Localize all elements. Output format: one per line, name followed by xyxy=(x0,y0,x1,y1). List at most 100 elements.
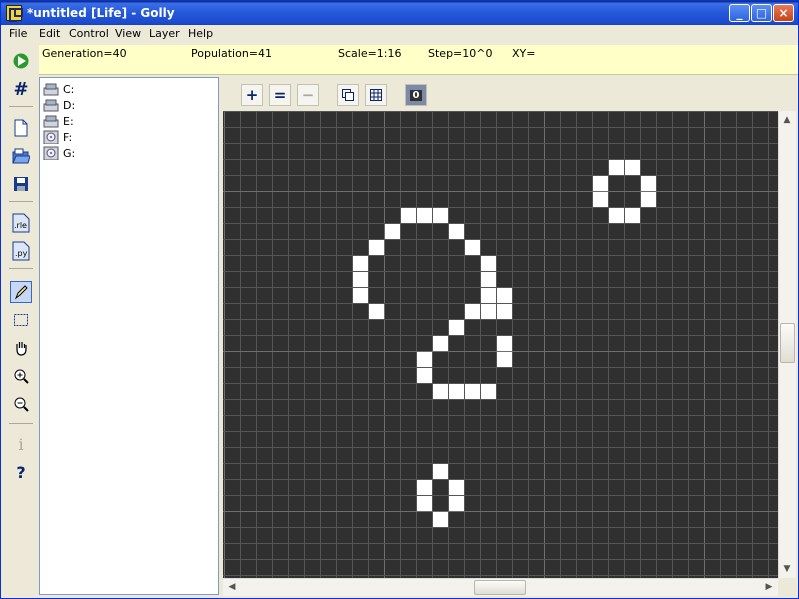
live-cell[interactable] xyxy=(465,384,480,399)
add-state-button[interactable]: + xyxy=(241,84,263,106)
menu-view[interactable]: View xyxy=(115,27,141,40)
scroll-down-arrow[interactable]: ▼ xyxy=(779,561,795,577)
scroll-up-arrow[interactable]: ▲ xyxy=(779,112,795,128)
open-scripts-py-button[interactable]: .py xyxy=(10,240,32,262)
copy-layer-button[interactable] xyxy=(337,84,359,106)
zoom-out-mode-button[interactable] xyxy=(10,393,32,415)
zoom-in-mode-button[interactable] xyxy=(10,365,32,387)
select-mode-button[interactable] xyxy=(10,309,32,331)
live-cell[interactable] xyxy=(433,464,448,479)
live-cell[interactable] xyxy=(481,288,496,303)
menu-edit[interactable]: Edit xyxy=(39,27,60,40)
edit-bar: + = − 0 xyxy=(223,77,798,111)
live-cell[interactable] xyxy=(433,384,448,399)
select-rect-icon xyxy=(14,314,28,326)
cd-drive-icon xyxy=(43,146,59,160)
live-cell[interactable] xyxy=(401,208,416,223)
scroll-right-arrow[interactable]: ▶ xyxy=(761,579,777,595)
live-cell[interactable] xyxy=(481,272,496,287)
rle-file-icon: .rle xyxy=(12,213,30,233)
save-pattern-button[interactable] xyxy=(10,173,32,195)
start-generating-button[interactable] xyxy=(10,50,32,72)
vertical-scrollbar[interactable]: ▲ ▼ xyxy=(778,111,796,578)
drive-label: E: xyxy=(63,115,74,128)
help-button[interactable]: ? xyxy=(10,461,32,483)
live-cell[interactable] xyxy=(433,208,448,223)
live-cell[interactable] xyxy=(481,384,496,399)
draw-mode-button[interactable] xyxy=(10,281,32,303)
live-cell[interactable] xyxy=(497,352,512,367)
new-pattern-button[interactable] xyxy=(10,117,32,139)
drive-icon xyxy=(43,115,59,128)
golly-window: *untitled [Life] - Golly _ □ × File Edit… xyxy=(0,0,799,599)
live-cell[interactable] xyxy=(417,208,432,223)
horizontal-scrollbar[interactable]: ◀ ▶ xyxy=(223,578,778,596)
live-cell[interactable] xyxy=(417,352,432,367)
cell-state-button[interactable]: 0 xyxy=(405,84,427,106)
pattern-viewport[interactable] xyxy=(223,111,778,578)
live-cell[interactable] xyxy=(449,320,464,335)
toggle-grid-button[interactable] xyxy=(365,84,387,106)
menu-help[interactable]: Help xyxy=(188,27,213,40)
live-cell[interactable] xyxy=(353,256,368,271)
remove-state-button[interactable]: − xyxy=(297,84,319,106)
live-cell[interactable] xyxy=(353,288,368,303)
live-cell[interactable] xyxy=(465,304,480,319)
live-cell[interactable] xyxy=(497,336,512,351)
generation-readout: Generation=40 xyxy=(42,47,127,60)
live-cell[interactable] xyxy=(481,256,496,271)
menu-layer[interactable]: Layer xyxy=(149,27,180,40)
menu-file[interactable]: File xyxy=(9,27,27,40)
live-cell[interactable] xyxy=(641,192,656,207)
live-cell[interactable] xyxy=(641,176,656,191)
minimize-button[interactable]: _ xyxy=(729,4,750,22)
live-cell[interactable] xyxy=(417,368,432,383)
live-cell[interactable] xyxy=(369,240,384,255)
live-cell[interactable] xyxy=(497,304,512,319)
file-pane[interactable]: C: D: E: F: G: xyxy=(39,77,219,595)
close-button[interactable]: × xyxy=(773,4,794,22)
live-cell[interactable] xyxy=(609,160,624,175)
live-cell[interactable] xyxy=(353,272,368,287)
live-cell[interactable] xyxy=(417,480,432,495)
live-cell[interactable] xyxy=(481,304,496,319)
live-cell[interactable] xyxy=(593,192,608,207)
live-cell[interactable] xyxy=(449,496,464,511)
live-cell[interactable] xyxy=(465,240,480,255)
cell-grid[interactable] xyxy=(223,111,778,578)
live-cell[interactable] xyxy=(385,224,400,239)
show-info-button[interactable]: i xyxy=(10,433,32,455)
golly-app-icon[interactable] xyxy=(6,5,23,22)
population-readout: Population=41 xyxy=(191,47,273,60)
cd-drive-icon xyxy=(43,130,59,144)
horizontal-scroll-thumb[interactable] xyxy=(474,580,526,595)
live-cell[interactable] xyxy=(449,224,464,239)
live-cell[interactable] xyxy=(593,176,608,191)
move-mode-button[interactable] xyxy=(10,337,32,359)
drive-label: G: xyxy=(63,147,76,160)
equal-state-button[interactable]: = xyxy=(269,84,291,106)
scroll-left-arrow[interactable]: ◀ xyxy=(224,579,240,595)
window-title: *untitled [Life] - Golly xyxy=(27,6,175,20)
live-cell[interactable] xyxy=(433,336,448,351)
duplicate-icon xyxy=(342,89,354,101)
live-cell[interactable] xyxy=(369,304,384,319)
live-cell[interactable] xyxy=(625,208,640,223)
help-icon: ? xyxy=(16,462,26,482)
live-cell[interactable] xyxy=(449,384,464,399)
toolbar-separator xyxy=(9,106,33,107)
toggle-hashing-button[interactable]: # xyxy=(10,78,32,100)
menu-bar: File Edit Control View Layer Help xyxy=(1,25,798,44)
live-cell[interactable] xyxy=(609,208,624,223)
open-scripts-rle-button[interactable]: .rle xyxy=(10,212,32,234)
open-pattern-button[interactable] xyxy=(10,145,32,167)
live-cell[interactable] xyxy=(417,496,432,511)
vertical-scroll-thumb[interactable] xyxy=(780,323,795,363)
live-cell[interactable] xyxy=(625,160,640,175)
live-cell[interactable] xyxy=(433,512,448,527)
live-cell[interactable] xyxy=(449,480,464,495)
title-bar[interactable]: *untitled [Life] - Golly _ □ × xyxy=(1,1,798,25)
maximize-button[interactable]: □ xyxy=(751,4,772,22)
menu-control[interactable]: Control xyxy=(69,27,109,40)
live-cell[interactable] xyxy=(497,288,512,303)
